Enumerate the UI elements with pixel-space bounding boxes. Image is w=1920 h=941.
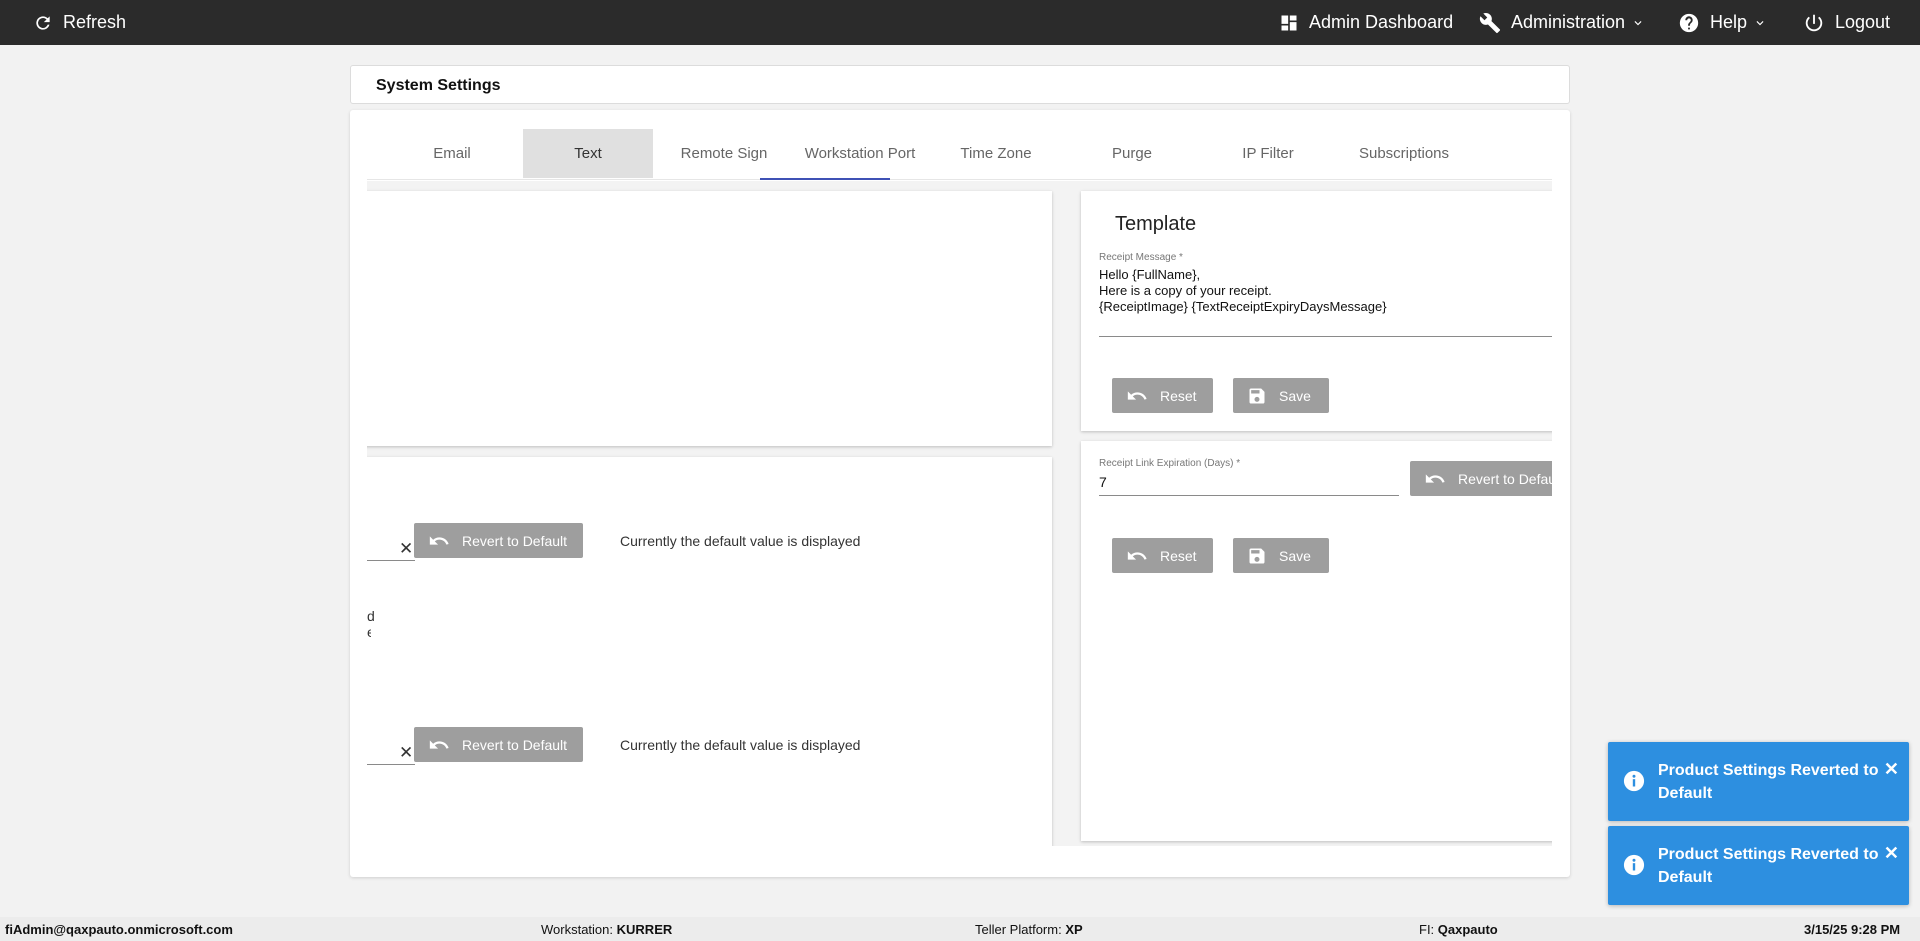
default-value-note: Currently the default value is displayed [620,533,861,549]
status-user: fiAdmin@qaxpauto.onmicrosoft.com [5,922,233,937]
receipt-message-line: {ReceiptImage} {TextReceiptExpiryDaysMes… [1099,299,1387,314]
tab-text[interactable]: Text [523,129,653,178]
tab-remote-sign[interactable]: Remote Sign [659,129,789,178]
receipt-message-line: Hello {FullName}, [1099,267,1201,282]
save-button[interactable]: Save [1233,378,1329,413]
dashboard-icon [1281,15,1297,30]
toast-message: Product Settings Reverted to Default [1658,846,1879,886]
undo-icon [429,739,449,749]
receipt-message-line: Here is a copy of your receipt. [1099,283,1272,298]
help-menu[interactable]: Help [1678,0,1767,45]
receipt-message-field[interactable]: Hello {FullName}, Here is a copy of your… [1099,267,1552,315]
help-icon [1679,13,1699,32]
save-icon [1249,388,1265,403]
tab-time-zone[interactable]: Time Zone [931,129,1061,178]
close-icon[interactable]: ✕ [1884,759,1899,780]
page-title-card: System Settings [350,65,1570,104]
info-icon [1623,854,1645,876]
left-top-panel [367,191,1052,446]
administration-menu[interactable]: Administration [1479,0,1645,45]
reset-button[interactable]: Reset [1112,378,1213,413]
refresh-label: Refresh [63,12,127,32]
undo-icon [1127,550,1147,560]
status-fi: FI: Qaxpauto [1419,922,1498,937]
tab-subscriptions[interactable]: Subscriptions [1339,129,1469,178]
logout-button[interactable]: Logout [1803,0,1890,45]
revert-label: Revert to Default [1458,470,1552,487]
clear-icon[interactable]: ✕ [399,743,413,763]
save-label: Save [1279,547,1311,564]
undo-icon [1127,390,1147,400]
active-tab-indicator [760,178,890,180]
revert-to-default-button[interactable]: Revert to Default [1410,461,1552,496]
tab-workstation-port[interactable]: Workstation Port [795,129,925,178]
expiration-input-underline [1099,495,1399,496]
revert-to-default-button[interactable]: Revert to Default [414,523,583,558]
template-heading: Template [1115,213,1197,235]
truncated-text: d [367,608,375,624]
default-value-note: Currently the default value is displayed [620,737,861,753]
refresh-icon [36,15,50,30]
notification-toast: Product Settings Reverted to Default ✕ [1608,826,1909,905]
help-label: Help [1710,12,1748,32]
power-icon [1805,14,1823,31]
reset-label: Reset [1160,547,1197,564]
tab-ip-filter[interactable]: IP Filter [1203,129,1333,178]
administration-label: Administration [1511,12,1626,32]
reset-button[interactable]: Reset [1112,538,1213,573]
revert-label: Revert to Default [462,532,568,549]
template-panel: Template Receipt Message * Hello {FullNa… [1081,191,1552,431]
status-datetime: 3/15/25 9:28 PM [1804,922,1901,937]
wrench-icon [1479,12,1501,33]
undo-icon [1425,473,1445,483]
tab-purge[interactable]: Purge [1067,129,1197,178]
refresh-button[interactable]: Refresh [33,0,126,45]
chevron-down-icon [1756,20,1764,25]
expiration-panel: Receipt Link Expiration (Days) * 7 Rever… [1081,441,1552,841]
status-bar: fiAdmin@qaxpauto.onmicrosoft.com Worksta… [0,917,1920,941]
toast-message: Product Settings Reverted to Default [1658,762,1879,802]
left-bottom-panel: ✕ Revert to Default Currently the defaul… [367,457,1052,846]
setting-input-underline [367,764,415,765]
page-title: System Settings [376,77,501,94]
admin-dashboard-label: Admin Dashboard [1309,12,1454,32]
revert-label: Revert to Default [462,736,568,753]
save-label: Save [1279,387,1311,404]
reset-label: Reset [1160,387,1197,404]
expiration-input[interactable]: 7 [1099,474,1399,490]
logout-label: Logout [1835,12,1891,32]
save-button[interactable]: Save [1233,538,1329,573]
expiration-label: Receipt Link Expiration (Days) * [1099,458,1241,469]
revert-to-default-button[interactable]: Revert to Default [414,727,583,762]
setting-input-underline [367,560,415,561]
close-icon[interactable]: ✕ [1884,843,1899,864]
clear-icon[interactable]: ✕ [399,539,413,559]
tab-email[interactable]: Email [387,129,517,178]
top-bar: Refresh Admin Dashboard Administration H… [0,0,1920,45]
info-icon [1623,770,1645,792]
tab-content: ✕ Revert to Default Currently the defaul… [367,181,1552,846]
save-icon [1249,548,1265,563]
settings-tabs: Email Text Remote Sign Workstation Port … [367,129,1552,180]
receipt-message-underline [1099,336,1552,337]
settings-card: Email Text Remote Sign Workstation Port … [350,110,1570,877]
undo-icon [429,535,449,545]
status-teller-platform: Teller Platform: XP [975,922,1083,937]
status-workstation: Workstation: KURRER [541,922,673,937]
admin-dashboard-link[interactable]: Admin Dashboard [1279,0,1453,45]
chevron-down-icon [1634,20,1642,25]
truncated-text: e [367,624,371,640]
receipt-message-label: Receipt Message * [1099,252,1183,263]
notification-toast: Product Settings Reverted to Default ✕ [1608,742,1909,821]
